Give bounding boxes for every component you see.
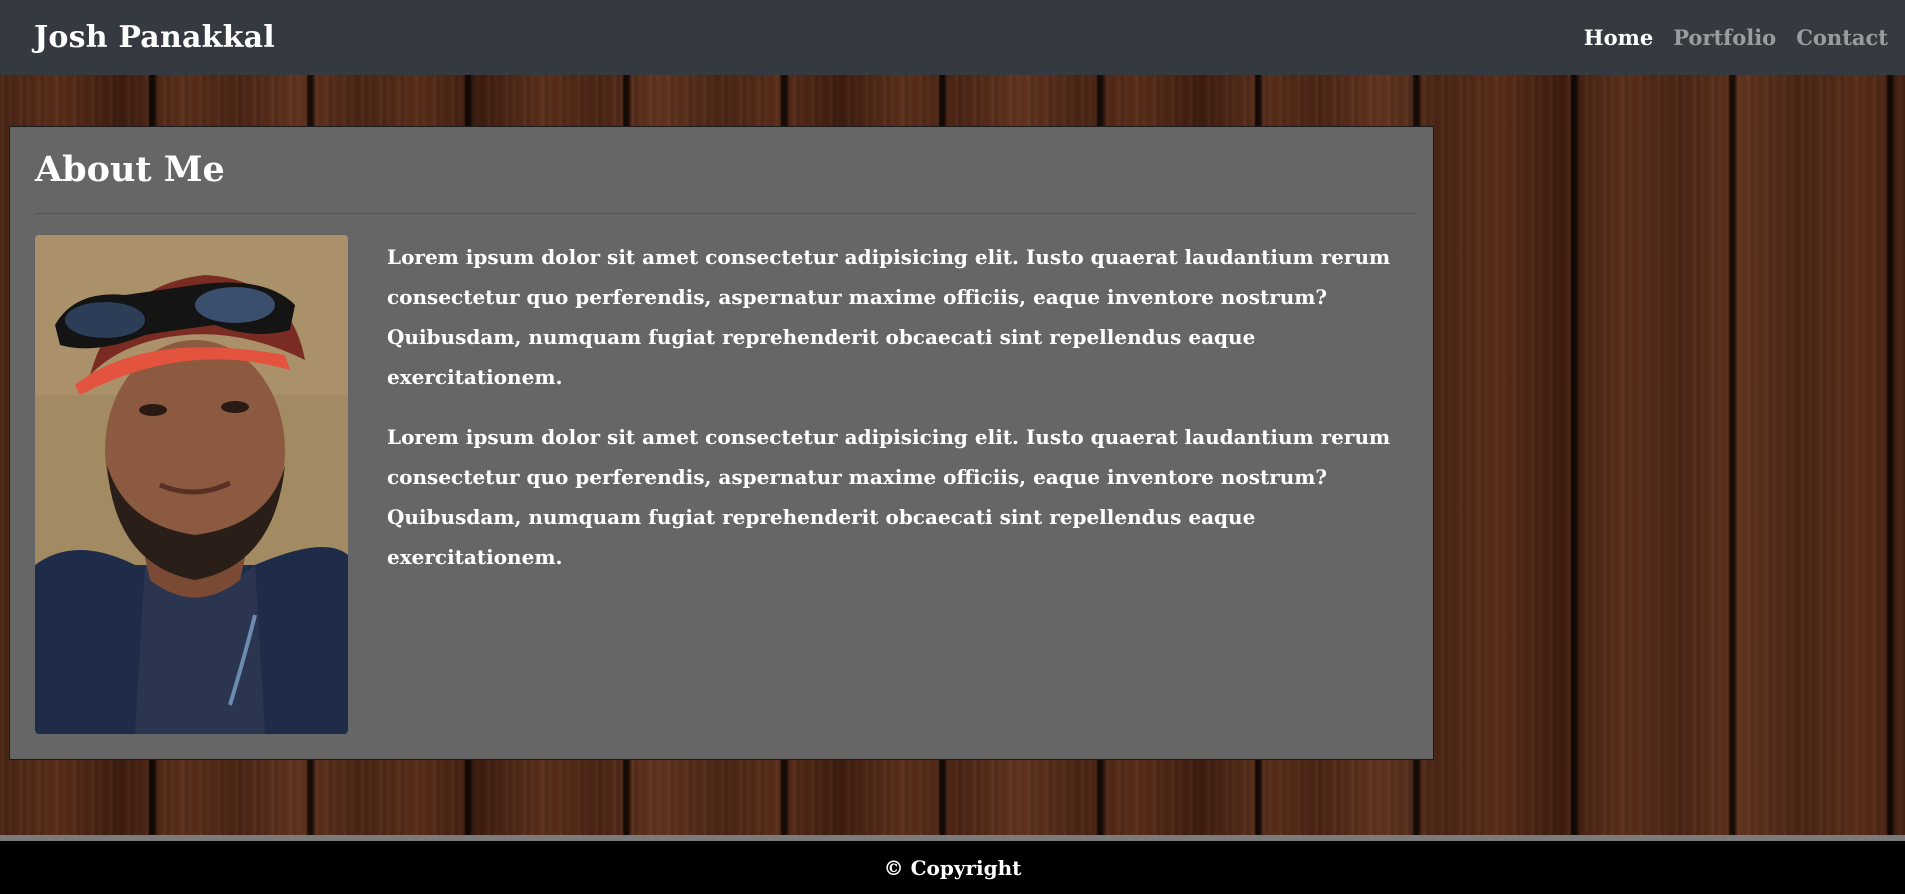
about-card: About Me Lorem ipsum dolor sit amet cons… <box>9 126 1434 760</box>
copyright-text: © Copyright <box>883 855 1022 880</box>
profile-photo <box>35 235 348 734</box>
about-title: About Me <box>35 149 225 190</box>
nav-links: Home Portfolio Contact <box>1584 25 1888 50</box>
nav-portfolio-link[interactable]: Portfolio <box>1673 25 1776 50</box>
about-divider <box>35 213 1418 214</box>
nav-contact-link[interactable]: Contact <box>1796 25 1888 50</box>
nav-home-link[interactable]: Home <box>1584 25 1653 50</box>
about-paragraph-1: Lorem ipsum dolor sit amet consectetur a… <box>387 245 1391 389</box>
footer: © Copyright <box>0 841 1905 894</box>
about-paragraph-2: Lorem ipsum dolor sit amet consectetur a… <box>387 425 1391 569</box>
navbar: Josh Panakkal Home Portfolio Contact <box>0 0 1905 75</box>
about-text: Lorem ipsum dolor sit amet consectetur a… <box>387 237 1417 597</box>
site-brand[interactable]: Josh Panakkal <box>34 20 275 55</box>
